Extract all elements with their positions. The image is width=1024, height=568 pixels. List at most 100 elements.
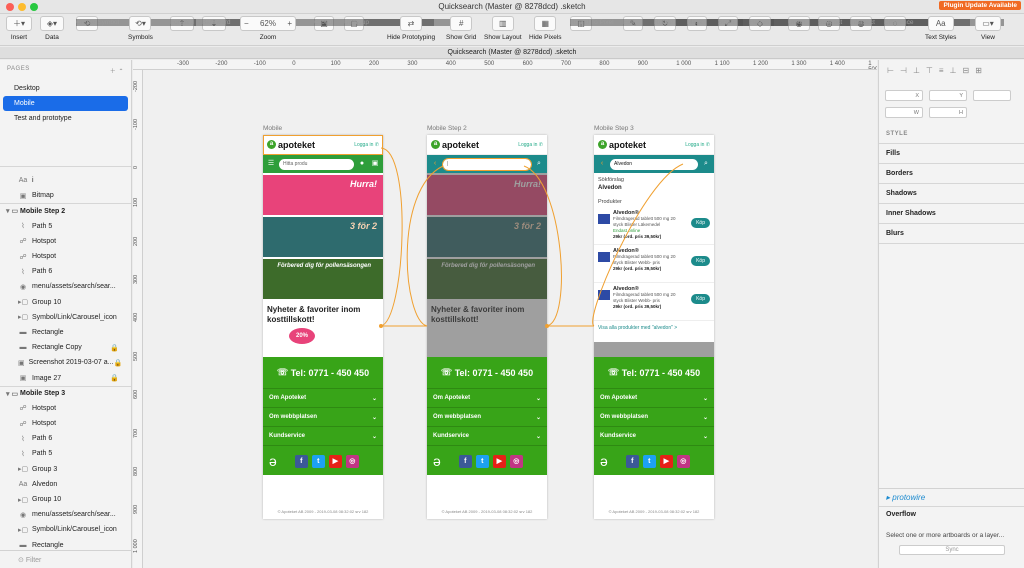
page-item-mobile[interactable]: Mobile [3,96,128,111]
banner-hurra[interactable]: Hurra! [263,175,383,215]
menu-om-apoteket[interactable]: Om Apoteket ⌄ [427,389,547,408]
mask-button[interactable]: ◐Mask [687,16,807,31]
cart-icon[interactable]: ▣ [370,159,380,169]
layer-item[interactable]: ▣ Screenshot 2019-03-07 a... 🔒 [0,355,131,370]
product-item[interactable]: Alvedon® Filmdragerad tablett 500 mg 20 s… [594,245,714,283]
align-bottom-icon[interactable]: ⊥ [950,66,957,75]
w-field[interactable]: W [885,107,923,118]
hide-pixels-button[interactable]: ▦ Hide Pixels [529,16,562,41]
borders-section[interactable]: Borders [879,164,1024,184]
artboard-label-mobile[interactable]: Mobile [263,125,282,132]
facebook-icon[interactable]: f [625,454,639,468]
layer-item[interactable]: ▸▢ Symbol/Link/Carousel_icon [0,522,131,537]
page-item-desktop[interactable]: Desktop [0,81,131,96]
forward-button[interactable]: ⇡Forward [170,16,290,31]
show-grid-button[interactable]: # Show Grid [446,16,476,41]
text-styles-button[interactable]: Aa Text Styles [925,16,956,41]
dim-overlay[interactable] [427,173,547,357]
buy-button[interactable]: Köp [691,294,710,304]
add-page-icon[interactable]: ＋ ⌃ [110,66,124,75]
twitter-icon[interactable]: t [311,454,325,468]
layer-item[interactable]: ▸▢ Group 10 [0,295,131,310]
instagram-icon[interactable]: ◎ [676,454,690,468]
login-link[interactable]: Logga in ✆ [354,142,379,148]
user-icon[interactable]: ● [357,159,367,169]
layer-item[interactable]: ▬ Rectangle [0,325,131,340]
layer-item[interactable]: ⌇ Path 6 [0,264,131,279]
menu-om-apoteket[interactable]: Om Apoteket ⌄ [594,389,714,408]
banner-pollen[interactable]: Förbered dig för pollensäsongen [263,259,383,299]
show-all-link[interactable]: Visa alla produkter med "alvedon" > [594,321,714,335]
inner-shadows-section[interactable]: Inner Shadows [879,204,1024,224]
layer-item[interactable]: ◉ menu/assets/search/sear... [0,279,131,294]
layer-item[interactable]: ▣ Bitmap [0,188,131,203]
flatten-button[interactable]: ◇Flatten [749,16,869,31]
menu-kundservice[interactable]: Kundservice ⌄ [427,427,547,446]
layer-item[interactable]: ◉ menu/assets/search/sear... [0,507,131,522]
dim-overlay[interactable] [594,342,714,357]
facebook-icon[interactable]: f [294,454,308,468]
insert-button[interactable]: ＋▾ Insert [6,16,32,41]
buy-button[interactable]: Köp [691,218,710,228]
buy-button[interactable]: Köp [691,256,710,266]
layer-item[interactable]: ▣ Image 27 🔒 [0,370,131,385]
hide-prototyping-button[interactable]: ⇄ Hide Prototyping [387,16,435,41]
instagram-icon[interactable]: ◎ [345,454,359,468]
search-icon[interactable]: ⌕ [534,159,544,169]
edit-button[interactable]: ✎Edit [623,16,743,31]
search-input-active[interactable]: | [442,157,532,171]
layer-item[interactable]: ☍ Hotspot [0,234,131,249]
distribute-v-icon[interactable]: ⊞ [975,66,982,75]
artboard-mobile[interactable]: a apoteket Logga in ✆ ☰ Hitta produ ● ▣ H… [263,135,383,519]
banner-3-for-2[interactable]: 3 för 2 [263,217,383,257]
lock-icon[interactable]: 🔒 [110,344,119,352]
data-button[interactable]: ◈▾ Data [40,16,64,41]
menu-kundservice[interactable]: Kundservice ⌄ [263,427,383,446]
youtube-icon[interactable]: ▶ [328,454,342,468]
layer-item[interactable]: ▸▢ Symbol/Link/Carousel_icon [0,310,131,325]
layer-group[interactable]: ▾ ▭ Mobile Step 2 [0,203,131,218]
search-input[interactable]: Hitta produ [279,158,354,170]
layer-item[interactable]: ⌇ Path 5 [0,446,131,461]
artboard-mobile-step-2[interactable]: aapoteket Logga in ✆ ‹ | ⌕ Hurra! 3 för … [427,135,547,519]
layer-item[interactable]: Aa i [0,173,131,188]
backward-button[interactable]: ⇣Backward [202,16,322,31]
twitter-icon[interactable]: t [475,454,489,468]
menu-om-webbplatsen[interactable]: Om webbplatsen ⌄ [594,408,714,427]
youtube-icon[interactable]: ▶ [659,454,673,468]
create-symbol-button[interactable]: ⟲Create Symbol [76,16,196,31]
zoom-in-icon[interactable]: + [287,19,292,28]
align-left-icon[interactable]: ⊢ [887,66,894,75]
scale-button[interactable]: ⤢Scale [718,16,838,31]
menu-om-webbplatsen[interactable]: Om webbplatsen ⌄ [427,408,547,427]
layer-group[interactable]: ▾ ▭ Mobile Step 3 [0,385,131,401]
rotate-button[interactable]: ↻Rotate [654,16,774,31]
x-field[interactable]: X [885,90,923,101]
sync-button[interactable]: Sync [899,545,1005,555]
h-field[interactable]: H [929,107,967,118]
product-item[interactable]: Alvedon® Filmdragerad tablett 500 mg 20 s… [594,207,714,245]
artboard-label-mobile-step-2[interactable]: Mobile Step 2 [427,125,467,132]
group-button[interactable]: ▣Group [314,16,434,31]
difference-button[interactable]: ◌Difference [884,16,1004,31]
union-button[interactable]: ◉Union [788,16,908,31]
login-link[interactable]: Logga in ✆ [518,142,543,148]
back-arrow-icon[interactable]: ‹ [597,159,607,169]
lock-icon[interactable]: 🔒 [110,374,119,382]
facebook-icon[interactable]: f [458,454,472,468]
menu-om-apoteket[interactable]: Om Apoteket ⌄ [263,389,383,408]
login-link[interactable]: Logga in ✆ [685,142,710,148]
product-item[interactable]: Alvedon® Filmdragerad tablett 500 mg 20 s… [594,283,714,321]
phone-number[interactable]: ☏ Tel: 0771 - 450 450 [263,357,383,389]
blurs-section[interactable]: Blurs [879,224,1024,244]
filter-input[interactable]: ⊙ Filter [0,550,132,568]
layer-item[interactable]: ▸▢ Group 10 [0,492,131,507]
search-icon[interactable]: ⌕ [701,159,711,169]
site-header[interactable]: a apoteket Logga in ✆ [263,135,383,155]
align-middle-icon[interactable]: ≡ [939,66,944,75]
ungroup-button[interactable]: ▢Ungroup [344,16,464,31]
fills-section[interactable]: Fills [879,144,1024,164]
lock-icon[interactable]: 🔒 [113,359,122,367]
subtract-button[interactable]: ◎Subtract [818,16,938,31]
y-field[interactable]: Y [929,90,967,101]
